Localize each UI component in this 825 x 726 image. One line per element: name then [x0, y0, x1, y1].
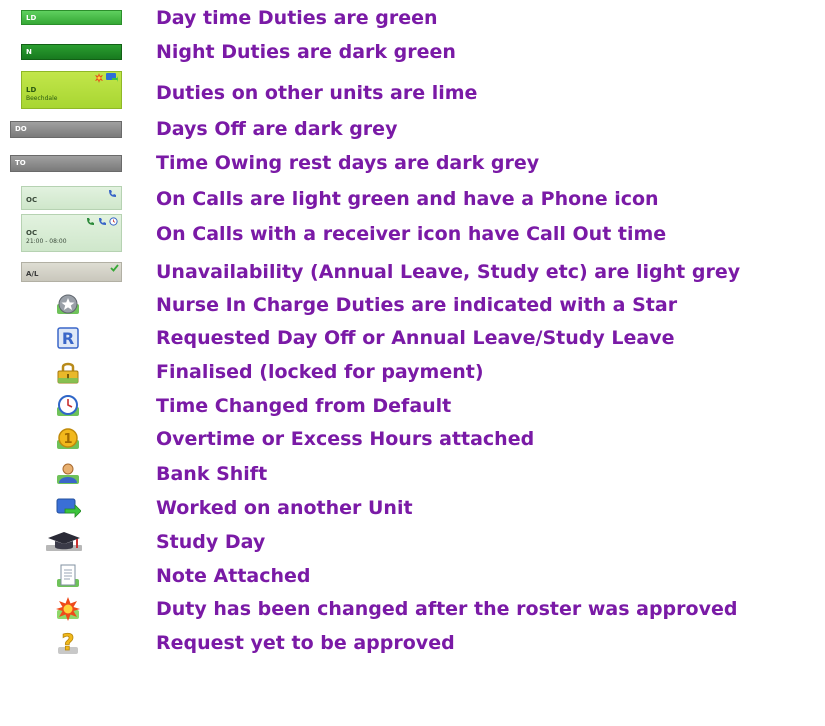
legend-label: On Calls are light green and have a Phon…	[156, 188, 659, 210]
lock-icon	[55, 359, 81, 385]
phone-icon	[99, 218, 106, 225]
legend-label: Time Changed from Default	[156, 395, 452, 417]
legend-label: Worked on another Unit	[156, 497, 413, 519]
legend-label: Day time Duties are green	[156, 7, 438, 29]
star-icon	[55, 292, 81, 318]
legend-row: Bank Shift	[0, 456, 825, 492]
legend-label: Study Day	[156, 531, 266, 553]
legend-row: N Night Duties are dark green	[0, 34, 825, 70]
legend-row: R Requested Day Off or Annual Leave/Stud…	[0, 320, 825, 356]
legend-row: OC On Calls are light green and have a P…	[0, 181, 825, 217]
legend-label: Request yet to be approved	[156, 632, 455, 654]
clock-icon	[55, 393, 81, 419]
legend-label: Requested Day Off or Annual Leave/Study …	[156, 327, 675, 349]
bank-shift-person-icon	[55, 461, 81, 487]
duty-code: OC	[26, 229, 38, 237]
legend-label: Unavailability (Annual Leave, Study etc)…	[156, 261, 741, 283]
another-unit-arrow-icon	[55, 495, 81, 521]
legend-row: OC 21:00 - 08:00 On Calls with a receive…	[0, 214, 825, 252]
days-off-swatch: DO	[10, 121, 122, 138]
legend-label: Note Attached	[156, 565, 311, 587]
on-call-swatch: OC	[21, 186, 122, 210]
another-unit-arrow-icon	[106, 73, 118, 82]
svg-text:R: R	[62, 329, 74, 348]
unavailability-swatch: A/L	[21, 262, 122, 282]
legend-row: Time Changed from Default	[0, 388, 825, 424]
legend-label: Days Off are dark grey	[156, 118, 398, 140]
overtime-coin-icon: 1	[55, 426, 81, 452]
legend-label: On Calls with a receiver icon have Call …	[156, 223, 667, 245]
burst-icon	[95, 73, 103, 83]
duty-legend: LD Day time Duties are green N Night Dut…	[0, 0, 825, 726]
duty-code: TO	[15, 159, 26, 167]
check-icon	[110, 264, 119, 272]
note-icon	[55, 563, 81, 589]
duty-code: LD	[26, 86, 37, 94]
svg-text:1: 1	[63, 432, 72, 447]
legend-row: Study Day	[0, 524, 825, 560]
legend-row: Worked on another Unit	[0, 490, 825, 526]
call-out-time: 21:00 - 08:00	[26, 238, 67, 245]
legend-row: LD Beechdale Duties on other units are l…	[0, 71, 825, 111]
graduation-cap-icon	[44, 529, 84, 555]
legend-row: Duty has been changed after the roster w…	[0, 591, 825, 627]
legend-row: ? Request yet to be approved	[0, 625, 825, 661]
day-duty-swatch: LD	[21, 10, 122, 25]
phone-icon	[109, 190, 116, 197]
legend-row: Note Attached	[0, 558, 825, 594]
question-icon: ?	[55, 630, 81, 656]
legend-label: Bank Shift	[156, 463, 268, 485]
legend-label: Duties on other units are lime	[156, 82, 478, 104]
legend-label: Nurse In Charge Duties are indicated wit…	[156, 294, 678, 316]
unit-name: Beechdale	[26, 95, 58, 102]
legend-label: Finalised (locked for payment)	[156, 361, 484, 383]
on-call-callout-swatch: OC 21:00 - 08:00	[21, 214, 122, 252]
legend-row: 1 Overtime or Excess Hours attached	[0, 421, 825, 457]
time-owing-swatch: TO	[10, 155, 122, 172]
duty-code: DO	[15, 125, 27, 133]
legend-row: Finalised (locked for payment)	[0, 354, 825, 390]
other-unit-duty-swatch: LD Beechdale	[21, 71, 122, 109]
r-request-icon: R	[55, 325, 81, 351]
legend-row: A/L Unavailability (Annual Leave, Study …	[0, 254, 825, 290]
legend-label: Overtime or Excess Hours attached	[156, 428, 535, 450]
svg-text:?: ?	[62, 631, 75, 656]
legend-row: Nurse In Charge Duties are indicated wit…	[0, 287, 825, 323]
legend-label: Time Owing rest days are dark grey	[156, 152, 540, 174]
clock-icon	[109, 217, 118, 226]
legend-row: DO Days Off are dark grey	[0, 111, 825, 147]
duty-code: OC	[26, 196, 38, 204]
night-duty-swatch: N	[21, 44, 122, 60]
duty-code: N	[26, 48, 32, 56]
legend-row: LD Day time Duties are green	[0, 0, 825, 36]
legend-label: Night Duties are dark green	[156, 41, 456, 63]
burst-icon	[55, 596, 81, 622]
legend-label: Duty has been changed after the roster w…	[156, 598, 738, 620]
duty-code: A/L	[26, 270, 39, 278]
legend-row: TO Time Owing rest days are dark grey	[0, 145, 825, 181]
duty-code: LD	[26, 14, 37, 22]
receiver-icon	[87, 218, 94, 225]
